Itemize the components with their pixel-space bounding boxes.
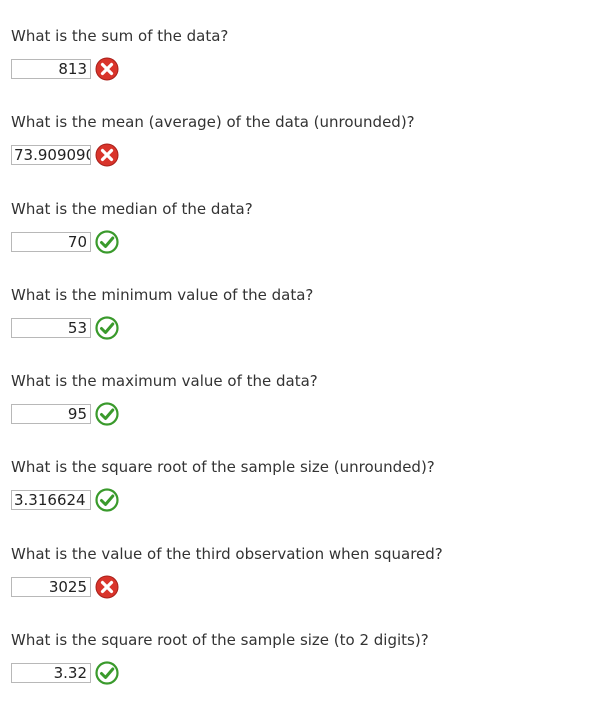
answer-input[interactable]: 53 [11, 318, 91, 338]
answer-input[interactable]: 3.316624 [11, 490, 91, 510]
green-check-icon [95, 488, 119, 512]
green-check-icon [95, 661, 119, 685]
green-check-icon [95, 316, 119, 340]
answer-value: 3.32 [53, 664, 87, 682]
red-x-icon [95, 575, 119, 599]
answer-input[interactable]: 73.909090 [11, 145, 91, 165]
answer-value: 95 [67, 405, 87, 423]
question-text: What is the square root of the sample si… [11, 631, 429, 649]
question-sum: What is the sum of the data? 813 [11, 27, 591, 107]
answer-input[interactable]: 813 [11, 59, 91, 79]
answer-input[interactable]: 3025 [11, 577, 91, 597]
answer-input[interactable]: 95 [11, 404, 91, 424]
question-text: What is the value of the third observati… [11, 545, 443, 563]
answer-value: 70 [67, 233, 87, 251]
green-check-icon [95, 402, 119, 426]
question-text: What is the maximum value of the data? [11, 372, 318, 390]
answer-value: 3.316624 [14, 491, 86, 509]
green-check-icon [95, 230, 119, 254]
question-third-squared: What is the value of the third observati… [11, 545, 591, 625]
question-maximum: What is the maximum value of the data? 9… [11, 372, 591, 452]
answer-value: 53 [67, 319, 87, 337]
answer-value: 73.909090 [14, 146, 91, 164]
question-text: What is the sum of the data? [11, 27, 229, 45]
question-mean: What is the mean (average) of the data (… [11, 113, 591, 193]
red-x-icon [95, 57, 119, 81]
question-sqrt-2-digits: What is the square root of the sample si… [11, 631, 591, 711]
answer-value: 813 [58, 60, 87, 78]
question-text: What is the median of the data? [11, 200, 253, 218]
answer-input[interactable]: 70 [11, 232, 91, 252]
answer-input[interactable]: 3.32 [11, 663, 91, 683]
red-x-icon [95, 143, 119, 167]
question-text: What is the mean (average) of the data (… [11, 113, 415, 131]
question-minimum: What is the minimum value of the data? 5… [11, 286, 591, 366]
question-sqrt-unrounded: What is the square root of the sample si… [11, 458, 591, 538]
question-median: What is the median of the data? 70 [11, 200, 591, 280]
question-text: What is the square root of the sample si… [11, 458, 435, 476]
answer-value: 3025 [48, 578, 87, 596]
question-text: What is the minimum value of the data? [11, 286, 314, 304]
